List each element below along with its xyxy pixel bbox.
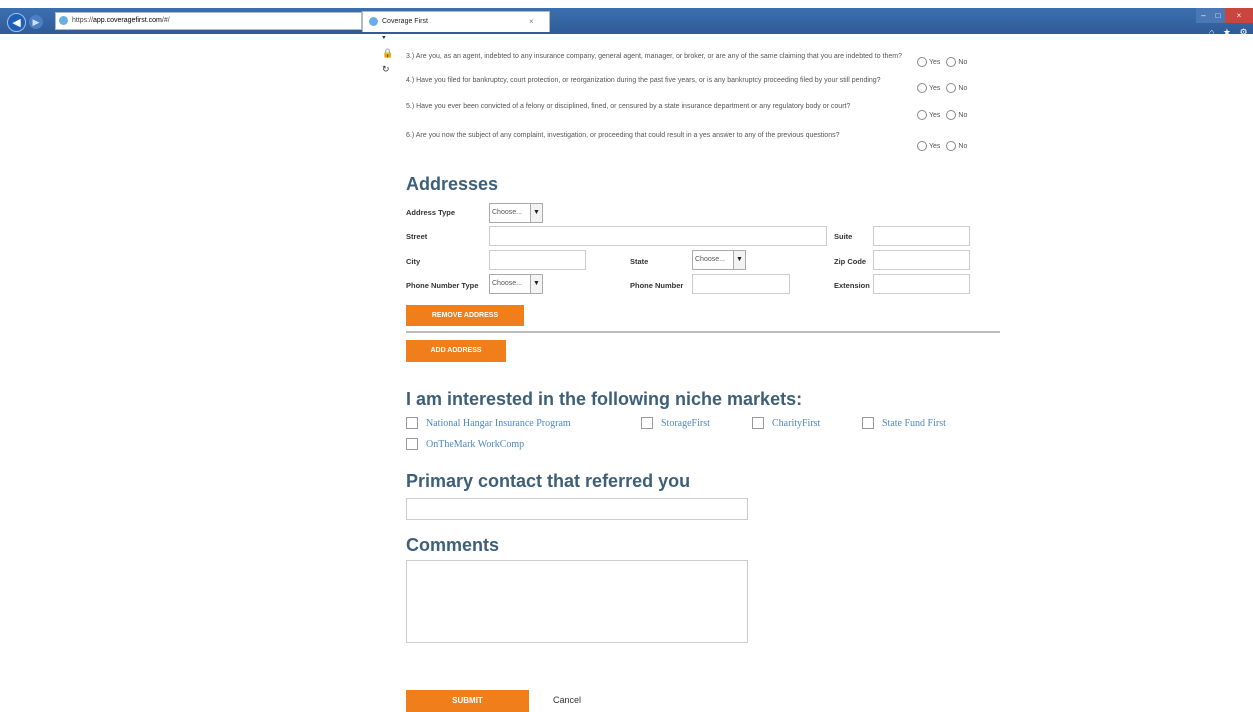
extension-label: Extension <box>834 281 870 290</box>
phone-number-input[interactable] <box>692 274 790 294</box>
state-value: Choose... <box>695 256 725 263</box>
browser-tab[interactable]: Coverage First × <box>362 11 550 32</box>
checkbox-state-fund-first[interactable]: State Fund First <box>862 417 946 429</box>
radio-no[interactable] <box>946 83 957 93</box>
tab-close-icon[interactable]: × <box>529 12 534 32</box>
back-arrow-icon[interactable]: ◀ <box>7 13 26 32</box>
tab-favicon-icon <box>369 17 378 26</box>
street-label: Street <box>406 232 428 241</box>
state-select[interactable]: Choose... ▼ <box>692 250 746 270</box>
city-label: City <box>406 257 421 266</box>
checkbox-box[interactable] <box>862 417 874 429</box>
question-5: 5.) Have you ever been convicted of a fe… <box>406 103 851 110</box>
extension-input[interactable] <box>873 274 970 294</box>
divider <box>406 331 1000 333</box>
addresses-heading: Addresses <box>406 174 499 194</box>
radio-no-label: No <box>958 111 968 119</box>
radio-no-label: No <box>958 58 968 66</box>
checkbox-charityfirst[interactable]: CharityFirst <box>752 417 820 429</box>
checkbox-box[interactable] <box>406 438 418 450</box>
referral-heading: Primary contact that referred you <box>406 471 691 491</box>
question-6-radios: Yes No <box>917 141 973 151</box>
state-label: State <box>630 257 649 266</box>
site-favicon-icon <box>59 16 68 25</box>
checkbox-label: National Hangar Insurance Program <box>426 417 571 429</box>
radio-yes-label: Yes <box>929 58 941 66</box>
browser-chrome: ◀ ▶ https://app.coveragefirst.com/#/ ⌕ ▾… <box>0 0 1253 74</box>
suite-input[interactable] <box>873 226 970 246</box>
address-bar[interactable]: https://app.coveragefirst.com/#/ ⌕ ▾ 🔒 ↻ <box>55 12 393 74</box>
add-address-button[interactable]: ADD ADDRESS <box>406 340 506 362</box>
submit-button[interactable]: SUBMIT <box>406 690 529 712</box>
radio-no-label: No <box>958 142 968 150</box>
radio-yes[interactable] <box>917 141 927 151</box>
phone-type-select[interactable]: Choose... ▼ <box>489 274 543 294</box>
phone-type-value: Choose... <box>492 280 522 287</box>
referral-contact-input[interactable] <box>406 498 748 520</box>
checkbox-storagefirst[interactable]: StorageFirst <box>641 417 710 429</box>
question-3: 3.) Are you, as an agent, indebted to an… <box>406 53 903 60</box>
home-favorites-settings-icons[interactable]: ⌂ ★ ⚙ <box>1209 27 1251 38</box>
checkbox-label: StorageFirst <box>661 417 710 429</box>
checkbox-label: OnTheMark WorkComp <box>426 438 525 450</box>
zip-input[interactable] <box>873 250 970 270</box>
checkbox-box[interactable] <box>641 417 653 429</box>
checkbox-label: CharityFirst <box>772 417 821 429</box>
radio-yes-label: Yes <box>929 84 941 92</box>
zip-label: Zip Code <box>834 257 867 266</box>
question-6: 6.) Are you now the subject of any compl… <box>406 132 840 139</box>
question-4-radios: Yes No <box>917 83 973 93</box>
city-input[interactable] <box>489 250 586 270</box>
radio-no[interactable] <box>946 141 957 151</box>
chevron-down-icon: ▼ <box>733 251 745 269</box>
checkbox-onthemark-workcomp[interactable]: OnTheMark WorkComp <box>406 438 524 450</box>
address-type-value: Choose... <box>492 209 522 216</box>
niche-markets-heading: I am interested in the following niche m… <box>406 389 803 409</box>
question-4: 4.) Have you filed for bankruptcy, court… <box>406 77 881 84</box>
checkbox-box[interactable] <box>752 417 764 429</box>
remove-address-button[interactable]: REMOVE ADDRESS <box>406 305 524 326</box>
address-type-label: Address Type <box>406 208 456 217</box>
close-window-icon[interactable]: × <box>1225 8 1253 23</box>
comments-heading: Comments <box>406 535 500 555</box>
radio-yes[interactable] <box>917 57 927 67</box>
street-input[interactable] <box>489 226 827 246</box>
tab-title: Coverage First <box>382 18 428 25</box>
radio-yes[interactable] <box>917 110 927 120</box>
window-controls: – □ × <box>1196 8 1253 23</box>
phone-number-label: Phone Number <box>630 281 684 290</box>
comments-textarea[interactable] <box>406 560 748 643</box>
question-5-radios: Yes No <box>917 110 973 120</box>
radio-yes-label: Yes <box>929 111 941 119</box>
suite-label: Suite <box>834 232 853 241</box>
radio-no-label: No <box>958 84 968 92</box>
radio-yes-label: Yes <box>929 142 941 150</box>
chevron-down-icon: ▼ <box>530 275 542 293</box>
phone-type-label: Phone Number Type <box>406 281 479 290</box>
checkbox-box[interactable] <box>406 417 418 429</box>
chevron-down-icon: ▼ <box>530 204 542 222</box>
checkbox-label: State Fund First <box>882 417 946 429</box>
forward-arrow-icon[interactable]: ▶ <box>29 15 43 29</box>
radio-no[interactable] <box>946 110 957 120</box>
question-3-radios: Yes No <box>917 57 973 67</box>
maximize-icon[interactable]: □ <box>1211 8 1225 23</box>
checkbox-national-hangar[interactable]: National Hangar Insurance Program <box>406 417 571 429</box>
cancel-link[interactable]: Cancel <box>553 695 581 705</box>
address-url: https://app.coveragefirst.com/#/ <box>72 17 170 24</box>
minimize-icon[interactable]: – <box>1196 8 1211 23</box>
address-type-select[interactable]: Choose... ▼ <box>489 203 543 223</box>
radio-yes[interactable] <box>917 83 927 93</box>
radio-no[interactable] <box>946 57 957 67</box>
